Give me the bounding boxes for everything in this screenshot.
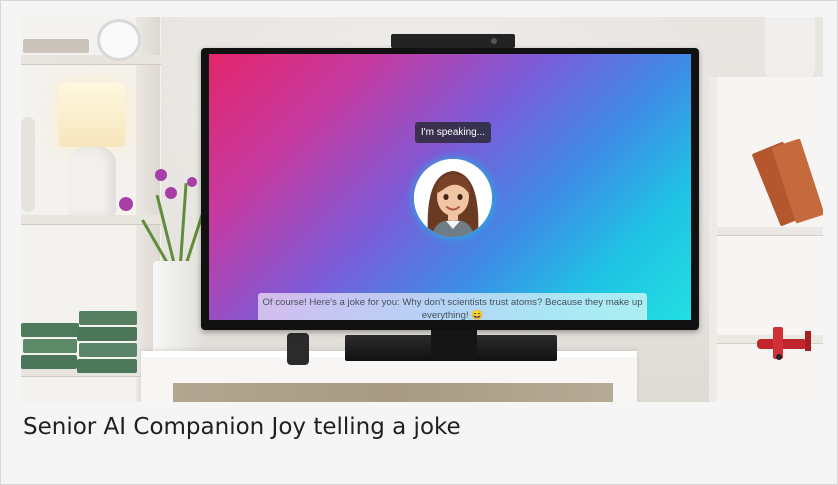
flower: [165, 187, 177, 199]
book: [23, 339, 77, 353]
remote-control: [287, 333, 309, 365]
woman-avatar-icon: [414, 159, 492, 237]
vase: [765, 17, 815, 79]
lamp-shade: [59, 83, 125, 147]
book: [21, 355, 77, 369]
tv-stand-neck: [431, 330, 477, 360]
book: [79, 311, 137, 325]
book: [23, 39, 89, 53]
camera-lens-icon: [491, 38, 497, 44]
shelf-board: [717, 227, 823, 236]
flower: [155, 169, 167, 181]
left-bookshelf: [21, 17, 161, 402]
white-vase: [153, 261, 201, 363]
cabinet-wood-panel: [173, 383, 613, 402]
alarm-clock-icon: [97, 19, 141, 61]
shelf-board: [21, 55, 161, 65]
book: [79, 343, 137, 357]
lamp-base: [68, 147, 116, 217]
book: [77, 359, 137, 373]
image-card: I'm speaking... Of course! Here's a joke…: [0, 0, 838, 485]
statue: [21, 117, 35, 212]
book: [21, 323, 79, 337]
flower: [187, 177, 197, 187]
flower: [119, 197, 133, 211]
book: [77, 327, 137, 341]
speaking-status-badge: I'm speaking...: [415, 122, 491, 143]
assistant-message: Of course! Here's a joke for you: Why do…: [258, 293, 647, 320]
toy-airplane: [757, 327, 811, 360]
photo: I'm speaking... Of course! Here's a joke…: [21, 17, 823, 402]
tv-screen: I'm speaking... Of course! Here's a joke…: [209, 54, 691, 320]
image-caption: Senior AI Companion Joy telling a joke: [23, 414, 461, 440]
